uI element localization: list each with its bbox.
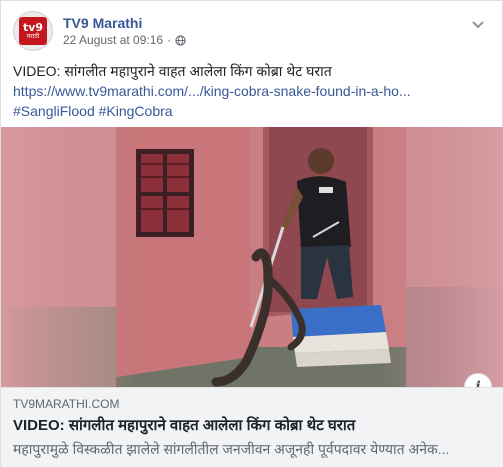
tv9-logo: tv9 मराठी [19,17,47,45]
separator-dot: · [167,33,172,47]
post-text: VIDEO: सांगलीत महापुराने वाहत आलेला किंग… [13,61,490,121]
logo-main-text: tv9 [22,21,44,34]
link-preview-box[interactable]: TV9MARATHI.COM VIDEO: सांगलीत महापुराने … [1,387,503,467]
post-subline: 22 August at 09:16 · [63,32,186,48]
facebook-post: tv9 मराठी TV9 Marathi 22 August at 09:16… [0,0,503,467]
link-preview-image[interactable]: i [1,127,503,387]
post-timestamp[interactable]: 22 August at 09:16 [63,32,163,48]
post-header: tv9 मराठी TV9 Marathi 22 August at 09:16… [13,11,186,51]
logo-sub-text: मराठी [26,33,40,40]
post-hashtags[interactable]: #SangliFlood #KingCobra [13,101,490,121]
post-meta: TV9 Marathi 22 August at 09:16 · [63,14,186,48]
avatar[interactable]: tv9 मराठी [13,11,53,51]
post-caption: VIDEO: सांगलीत महापुराने वाहत आलेला किंग… [13,63,332,79]
chevron-down-icon[interactable] [468,15,488,35]
link-description: महापुरामुळे विस्कळीत झालेले सांगलीतील जन… [13,441,450,457]
page-name-link[interactable]: TV9 Marathi [63,14,186,32]
snake-scene-illustration [1,127,503,387]
link-domain: TV9MARATHI.COM [13,397,120,411]
globe-icon[interactable] [175,34,186,46]
post-url-link[interactable]: https://www.tv9marathi.com/.../king-cobr… [13,81,490,101]
link-title[interactable]: VIDEO: सांगलीत महापुराने वाहत आलेला किंग… [13,415,492,437]
